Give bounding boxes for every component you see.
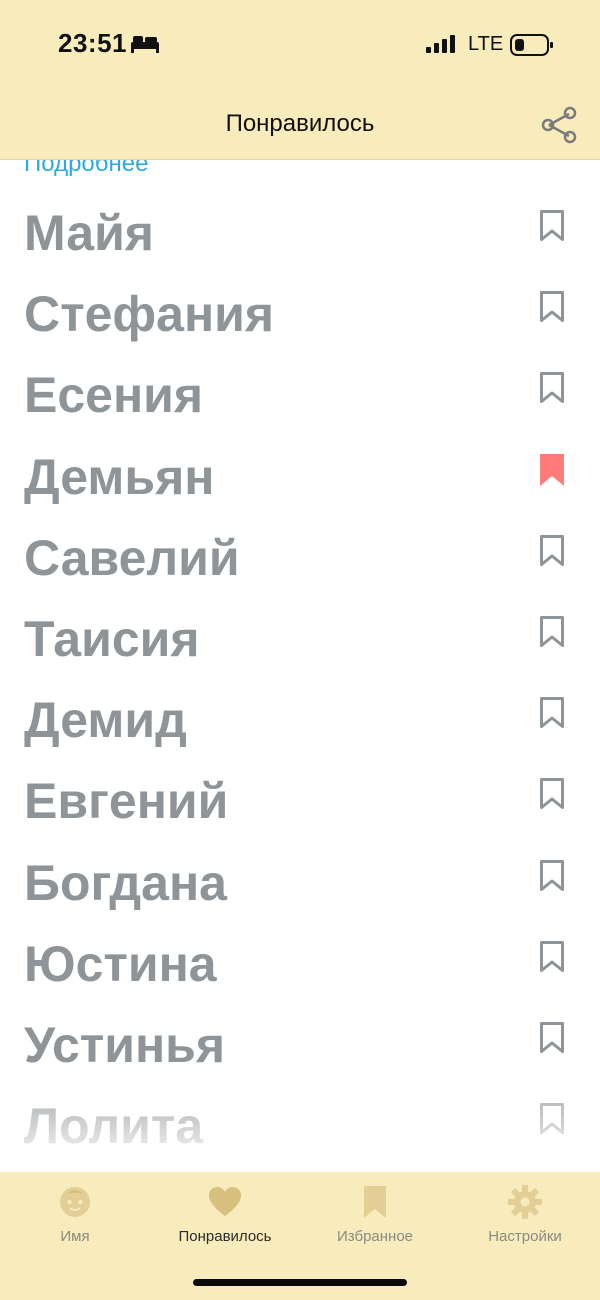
gear-icon bbox=[508, 1185, 542, 1219]
list-item[interactable]: Устинья bbox=[0, 1002, 600, 1083]
names-list[interactable]: Подробнее Майя Стефания Есения Демьян Савели… bbox=[0, 160, 600, 1172]
signal-icon bbox=[426, 35, 455, 53]
bookmark-icon[interactable] bbox=[534, 776, 570, 812]
list-item[interactable]: Таисия bbox=[0, 596, 600, 677]
home-indicator[interactable] bbox=[193, 1279, 407, 1286]
name-label: Демид bbox=[24, 692, 187, 749]
name-label: Савелий bbox=[24, 529, 240, 586]
bed-icon bbox=[131, 36, 159, 53]
network-type: LTE bbox=[468, 33, 504, 55]
list-item[interactable]: Евгений bbox=[0, 758, 600, 839]
tab-label: Настройки bbox=[488, 1228, 562, 1245]
tab-name[interactable]: Имя bbox=[0, 1172, 150, 1262]
list-item[interactable]: Есения bbox=[0, 352, 600, 433]
list-item[interactable]: Майя bbox=[0, 190, 600, 271]
battery-icon bbox=[510, 34, 553, 56]
name-label: Стефания bbox=[24, 286, 275, 343]
name-label: Богдана bbox=[24, 854, 227, 911]
name-label: Евгений bbox=[24, 773, 229, 830]
bookmark-icon[interactable] bbox=[534, 695, 570, 731]
share-icon[interactable] bbox=[540, 106, 578, 144]
details-link[interactable]: Подробнее bbox=[24, 160, 148, 178]
name-label: Майя bbox=[24, 205, 154, 261]
name-label: Устинья bbox=[24, 1017, 226, 1073]
list-item[interactable]: Юстина bbox=[0, 921, 600, 1002]
name-label: Есения bbox=[24, 367, 204, 424]
bookmark-icon[interactable] bbox=[534, 208, 570, 244]
bookmark-icon[interactable] bbox=[534, 614, 570, 650]
tab-liked[interactable]: Понравилось bbox=[150, 1172, 300, 1262]
bookmark-icon[interactable] bbox=[534, 370, 570, 406]
name-label: Таисия bbox=[24, 611, 200, 667]
list-item[interactable]: Стефания bbox=[0, 271, 600, 352]
status-time: 23:51 bbox=[58, 28, 127, 58]
page-title: Понравилось bbox=[225, 110, 375, 137]
name-label: Лолита bbox=[24, 1098, 204, 1155]
bookmark-icon bbox=[364, 1186, 386, 1218]
tab-settings[interactable]: Настройки bbox=[450, 1172, 600, 1262]
bookmark-icon[interactable] bbox=[534, 939, 570, 975]
list-item[interactable]: Савелий bbox=[0, 515, 600, 596]
list-item[interactable]: Демид bbox=[0, 677, 600, 758]
name-label: Демьян bbox=[24, 448, 215, 505]
bookmark-icon[interactable] bbox=[534, 858, 570, 894]
list-item[interactable]: Богдана bbox=[0, 840, 600, 921]
list-item[interactable]: Лолита bbox=[0, 1083, 600, 1164]
bookmark-icon[interactable] bbox=[534, 1020, 570, 1056]
top-bar: 23:51 LTE Понравилось bbox=[0, 0, 600, 160]
baby-face-icon bbox=[60, 1187, 90, 1217]
name-label: Юстина bbox=[24, 935, 217, 992]
tab-label: Понравилось bbox=[178, 1228, 272, 1245]
tab-favorites[interactable]: Избранное bbox=[300, 1172, 450, 1262]
bookmark-filled-icon[interactable] bbox=[534, 452, 570, 488]
bookmark-icon[interactable] bbox=[534, 533, 570, 569]
heart-icon bbox=[209, 1187, 241, 1216]
bookmark-icon[interactable] bbox=[534, 289, 570, 325]
tab-label: Избранное bbox=[336, 1228, 414, 1245]
bookmark-icon[interactable] bbox=[534, 1101, 570, 1137]
list-item[interactable]: Демьян bbox=[0, 434, 600, 515]
tab-label: Имя bbox=[60, 1228, 90, 1245]
